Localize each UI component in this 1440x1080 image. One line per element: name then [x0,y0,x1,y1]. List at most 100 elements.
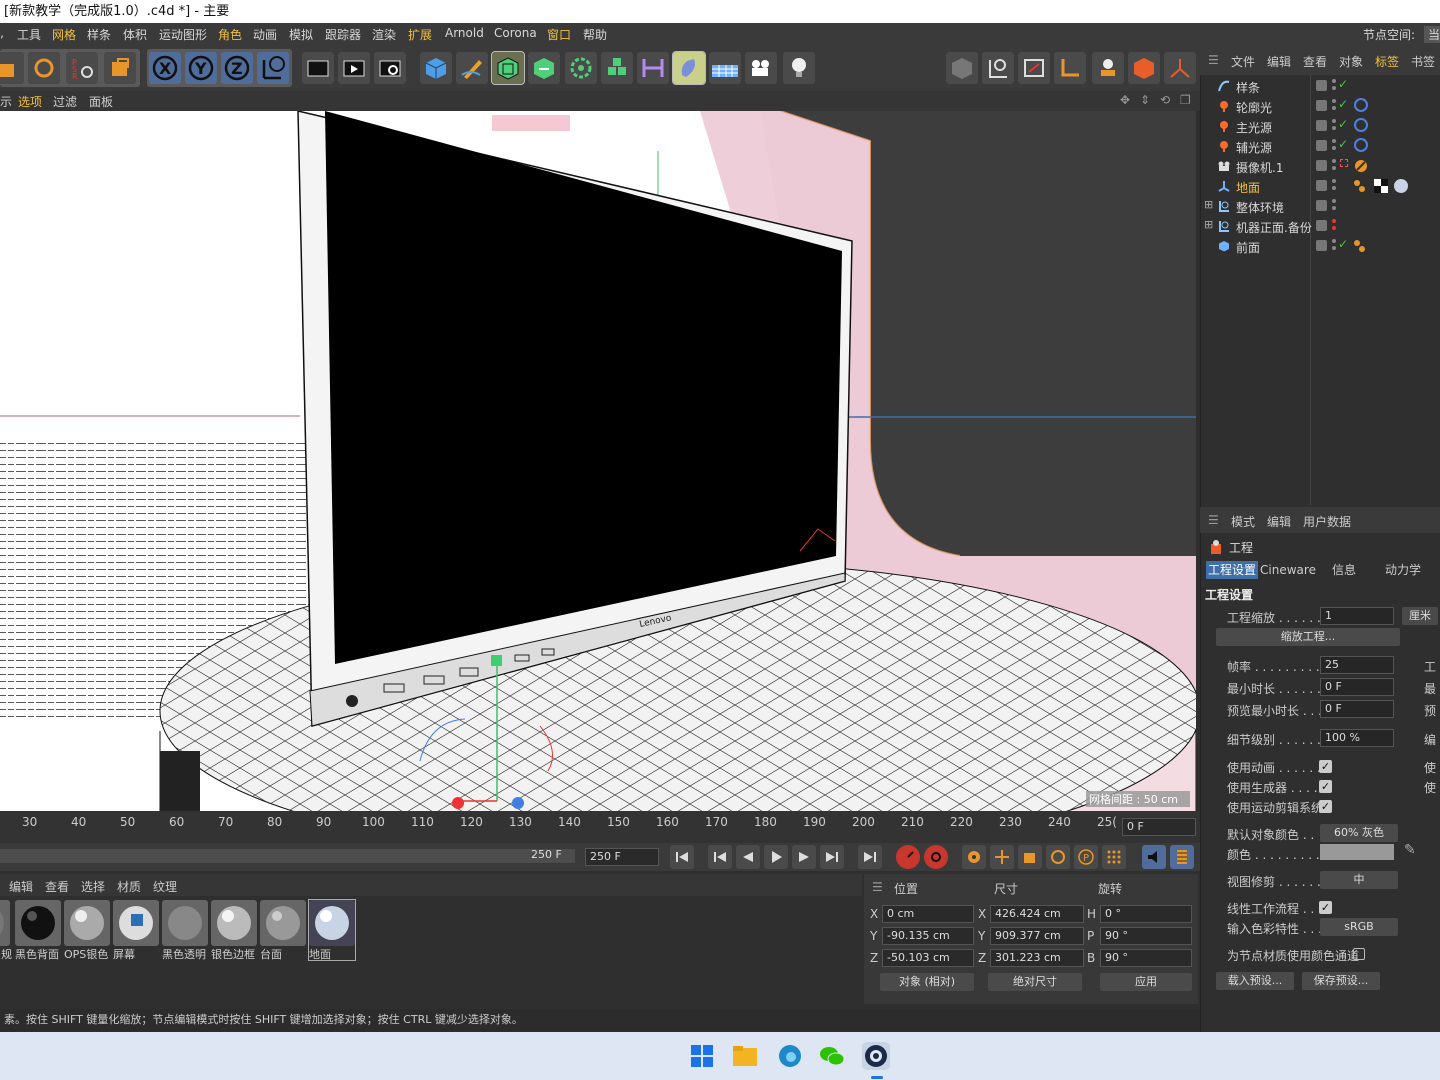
obj-menu-edit[interactable]: 编辑 [1267,53,1291,70]
play-icon[interactable] [764,845,788,869]
obj-menu-tags[interactable]: 标签 [1375,53,1399,70]
obj-menu-view[interactable]: 查看 [1303,53,1327,70]
subdivision-generator-icon[interactable] [491,51,525,85]
load-preset-button[interactable]: 载入预设... [1216,972,1294,990]
render-dots[interactable] [1332,99,1336,103]
size-y-field[interactable]: 909.377 cm [990,927,1084,945]
phong-tag-icon[interactable] [1352,178,1368,194]
material-swatch[interactable]: 台面 [260,900,306,961]
mat-menu-texture[interactable]: 纹理 [153,878,177,895]
expand-icon[interactable]: ⊞ [1204,218,1213,231]
expand-icon[interactable]: ⊞ [1204,198,1213,211]
size-mode-dropdown[interactable]: 绝对尺寸 [988,973,1082,991]
view-clip-dropdown[interactable]: 中 [1320,871,1398,889]
end-frame-field[interactable]: 250 F [585,848,659,866]
panel-menu-icon[interactable]: ☰ [1208,513,1219,527]
obj-menu-object[interactable]: 对象 [1339,53,1363,70]
visibility-toggle[interactable] [1316,200,1327,211]
coordinate-system-icon[interactable] [257,52,289,84]
enabled-check[interactable]: ✓ [1338,237,1348,251]
scale-project-button[interactable]: 缩放工程... [1216,628,1400,646]
target-tag-icon[interactable] [1354,118,1368,132]
viewport-menu-display[interactable]: 示 [0,93,12,110]
edge-browser-icon[interactable] [776,1042,804,1070]
position-z-field[interactable]: -50.103 cm [882,949,974,967]
render-settings-icon[interactable] [374,52,406,84]
use-motion-system-checkbox[interactable]: ✓ [1319,800,1332,813]
menu-item-spline[interactable]: 样条 [87,26,111,43]
viewport-rotate-icon[interactable]: ⟲ [1160,93,1170,107]
floor-object-icon[interactable] [709,52,741,84]
menu-item-extensions[interactable]: 扩展 [408,26,432,43]
key-pla-icon[interactable] [1102,845,1126,869]
min-time-field[interactable]: 0 F [1320,678,1394,696]
color-swatch[interactable] [1320,844,1394,860]
keyframe-selection-icon[interactable] [962,845,986,869]
render-dots[interactable] [1332,159,1336,163]
size-z-field[interactable]: 301.223 cm [990,949,1084,967]
prev-key-icon[interactable] [708,845,732,869]
target-tag-icon[interactable] [1354,98,1368,112]
enabled-check[interactable]: ✓ [1338,137,1348,151]
render-dots[interactable] [1332,139,1336,143]
file-explorer-icon[interactable] [731,1042,759,1070]
apply-button[interactable]: 应用 [1100,973,1192,991]
menu-item-arnold[interactable]: Arnold [445,26,484,40]
default-color-dropdown[interactable]: 60% 灰色 [1320,824,1398,842]
pen-spline-icon[interactable] [456,52,488,84]
menu-item-animate[interactable]: 动画 [253,26,277,43]
deformer-icon[interactable] [528,52,560,84]
node-color-channel-checkbox[interactable] [1353,948,1365,960]
mat-menu-edit[interactable]: 编辑 [9,878,33,895]
menu-item-corona[interactable]: Corona [494,26,537,40]
object-row-spline[interactable]: 样条 ✓ [1200,76,1440,96]
sound-icon[interactable] [1142,845,1166,869]
material-swatch[interactable]: 银色边框 [211,900,257,961]
go-to-start-icon[interactable] [670,845,694,869]
material-swatch[interactable]: 黑色透明 [162,900,208,961]
viewport-zoom-icon[interactable]: ⇕ [1140,93,1150,107]
attr-menu-mode[interactable]: 模式 [1231,513,1255,530]
y-axis-lock-icon[interactable]: Y [185,52,217,84]
camera-object-icon[interactable] [745,52,777,84]
render-dots[interactable] [1332,199,1336,203]
size-x-field[interactable]: 426.424 cm [990,905,1084,923]
lock-workplane-icon[interactable] [1092,52,1124,84]
visibility-toggle[interactable] [1316,140,1327,151]
menu-item-help[interactable]: 帮助 [583,26,607,43]
preview-min-field[interactable]: 0 F [1320,700,1394,718]
bake-object-icon[interactable] [1128,52,1160,84]
current-frame-field[interactable]: 0 F [1122,818,1196,836]
material-swatch[interactable]: OPS银色 [64,900,110,961]
visibility-toggle[interactable] [1316,220,1327,231]
use-animation-checkbox[interactable]: ✓ [1319,760,1332,773]
fps-field[interactable]: 25 [1320,656,1394,674]
cubes-array-icon[interactable] [601,52,633,84]
viewport-menu-panel[interactable]: 面板 [89,93,113,110]
tab-project-settings[interactable]: 工程设置 [1206,561,1258,579]
light-object-icon[interactable] [783,52,815,84]
object-row-key-light[interactable]: 主光源 ✓ [1200,116,1440,136]
render-to-picture-viewer-icon[interactable] [338,52,370,84]
attr-menu-edit[interactable]: 编辑 [1267,513,1291,530]
tab-info[interactable]: 信息 [1318,561,1370,579]
rotate-tool-icon[interactable] [28,52,60,84]
eyedropper-icon[interactable]: ✎ [1404,842,1416,858]
key-rotation-icon[interactable] [1046,845,1070,869]
visibility-toggle[interactable] [1316,160,1327,171]
visibility-toggle[interactable] [1316,180,1327,191]
scale-unit-dropdown[interactable]: 厘米 [1402,607,1438,625]
render-dots-off[interactable] [1332,219,1336,223]
menu-item-mograph[interactable]: 运动图形 [159,26,207,43]
frame-range-slider[interactable] [0,849,575,863]
cinema4d-icon[interactable] [862,1042,890,1070]
material-swatch[interactable]: 黑色背面 [15,900,61,961]
key-scale-icon[interactable] [1018,845,1042,869]
3d-viewport[interactable]: Lenovo 网格间距 : 50 cm [0,111,1196,811]
panel-menu-icon[interactable]: ☰ [1208,53,1219,67]
texture-tag-icon[interactable] [1373,178,1389,194]
menu-item-edge[interactable]: ‚ [0,26,4,40]
rotation-b-field[interactable]: 90 ° [1100,949,1192,967]
enabled-check[interactable]: ✓ [1338,97,1348,111]
mat-menu-material[interactable]: 材质 [117,878,141,895]
